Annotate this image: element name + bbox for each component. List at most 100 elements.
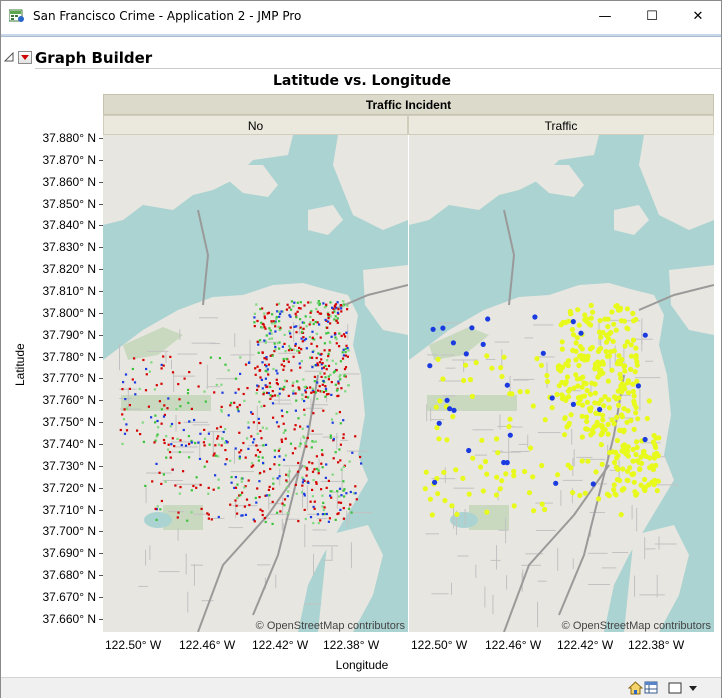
data-point (324, 376, 327, 379)
data-point (339, 378, 342, 381)
home-icon[interactable] (628, 681, 643, 695)
data-point (283, 385, 286, 388)
group-header[interactable]: Traffic Incident (103, 94, 714, 115)
street (490, 559, 501, 561)
data-point (258, 421, 261, 425)
data-point (230, 481, 233, 484)
data-point (560, 319, 566, 326)
data-point (655, 453, 661, 459)
map-panel-traffic[interactable]: © OpenStreetMap contributors (409, 135, 714, 632)
street (177, 527, 179, 541)
data-point (199, 432, 202, 435)
red-triangle-menu-button[interactable] (18, 51, 32, 64)
window-list-icon[interactable] (668, 681, 683, 695)
panel-header-traffic[interactable]: Traffic (408, 115, 714, 135)
data-point (163, 441, 166, 445)
data-point (272, 367, 275, 371)
data-point (444, 437, 450, 443)
data-point (323, 342, 326, 345)
data-point (630, 310, 636, 316)
data-point (317, 469, 320, 472)
data-point (272, 487, 275, 490)
data-point (244, 456, 247, 459)
maximize-button[interactable]: ☐ (629, 1, 675, 32)
data-point (610, 338, 616, 344)
data-point (301, 340, 304, 343)
street (453, 487, 475, 489)
data-point (563, 379, 569, 385)
data-point (238, 403, 241, 407)
data-point (506, 424, 512, 430)
y-tick-label: 37.690° N (42, 546, 96, 561)
data-point (642, 476, 648, 483)
data-point (614, 414, 620, 420)
data-table-icon[interactable] (644, 681, 659, 695)
data-point (179, 405, 182, 408)
data-point (155, 384, 158, 387)
data-point (570, 319, 576, 325)
x-axis-label[interactable]: Longitude (1, 658, 722, 672)
data-point (340, 494, 343, 497)
data-point (305, 325, 308, 328)
data-point (337, 382, 340, 385)
data-point (288, 330, 291, 333)
street (634, 575, 636, 597)
data-point (466, 491, 472, 497)
outline-disclosure-icon[interactable] (4, 52, 14, 62)
data-point (611, 321, 617, 327)
data-point (579, 413, 585, 419)
data-point (302, 435, 305, 438)
data-point (634, 439, 640, 445)
data-point (563, 396, 569, 402)
data-point (243, 505, 246, 508)
minimize-button[interactable]: — (582, 1, 628, 32)
data-point (615, 402, 622, 408)
data-point (262, 444, 265, 447)
data-point (229, 503, 232, 506)
street (453, 506, 455, 529)
data-point (265, 334, 268, 337)
street (444, 467, 446, 484)
data-point (343, 495, 346, 498)
chart-title: Latitude vs. Longitude (272, 73, 452, 89)
data-point (160, 499, 163, 503)
data-point (346, 355, 349, 358)
jmp-app-icon (9, 9, 24, 22)
street (304, 603, 322, 605)
data-point (150, 361, 153, 364)
street (316, 518, 327, 520)
data-point (611, 482, 617, 488)
data-point (342, 304, 345, 307)
street (350, 545, 352, 569)
data-point (631, 398, 637, 404)
data-point (125, 407, 128, 410)
data-point (276, 511, 279, 514)
data-point (634, 362, 640, 368)
dropdown-arrow-icon[interactable] (686, 681, 701, 695)
data-point (202, 441, 205, 444)
street (512, 379, 529, 381)
street (635, 377, 661, 379)
street (177, 353, 198, 355)
data-point (575, 400, 582, 406)
data-point (321, 466, 324, 469)
data-point (324, 385, 327, 388)
data-point (604, 491, 610, 497)
y-tick-label: 37.670° N (42, 590, 96, 605)
panel-header-no[interactable]: No (103, 115, 408, 135)
data-point (286, 411, 289, 414)
data-point (340, 387, 343, 390)
data-point (203, 390, 206, 393)
data-point (329, 494, 332, 497)
street (533, 324, 554, 326)
street (346, 450, 369, 452)
data-point (641, 448, 647, 454)
close-button[interactable]: ✕ (675, 1, 721, 32)
data-point (180, 444, 183, 447)
map-panel-no[interactable]: © OpenStreetMap contributors (103, 135, 408, 632)
data-point (237, 410, 240, 413)
street (191, 342, 216, 344)
data-point (429, 512, 435, 518)
street (537, 432, 561, 434)
data-point (298, 362, 301, 365)
